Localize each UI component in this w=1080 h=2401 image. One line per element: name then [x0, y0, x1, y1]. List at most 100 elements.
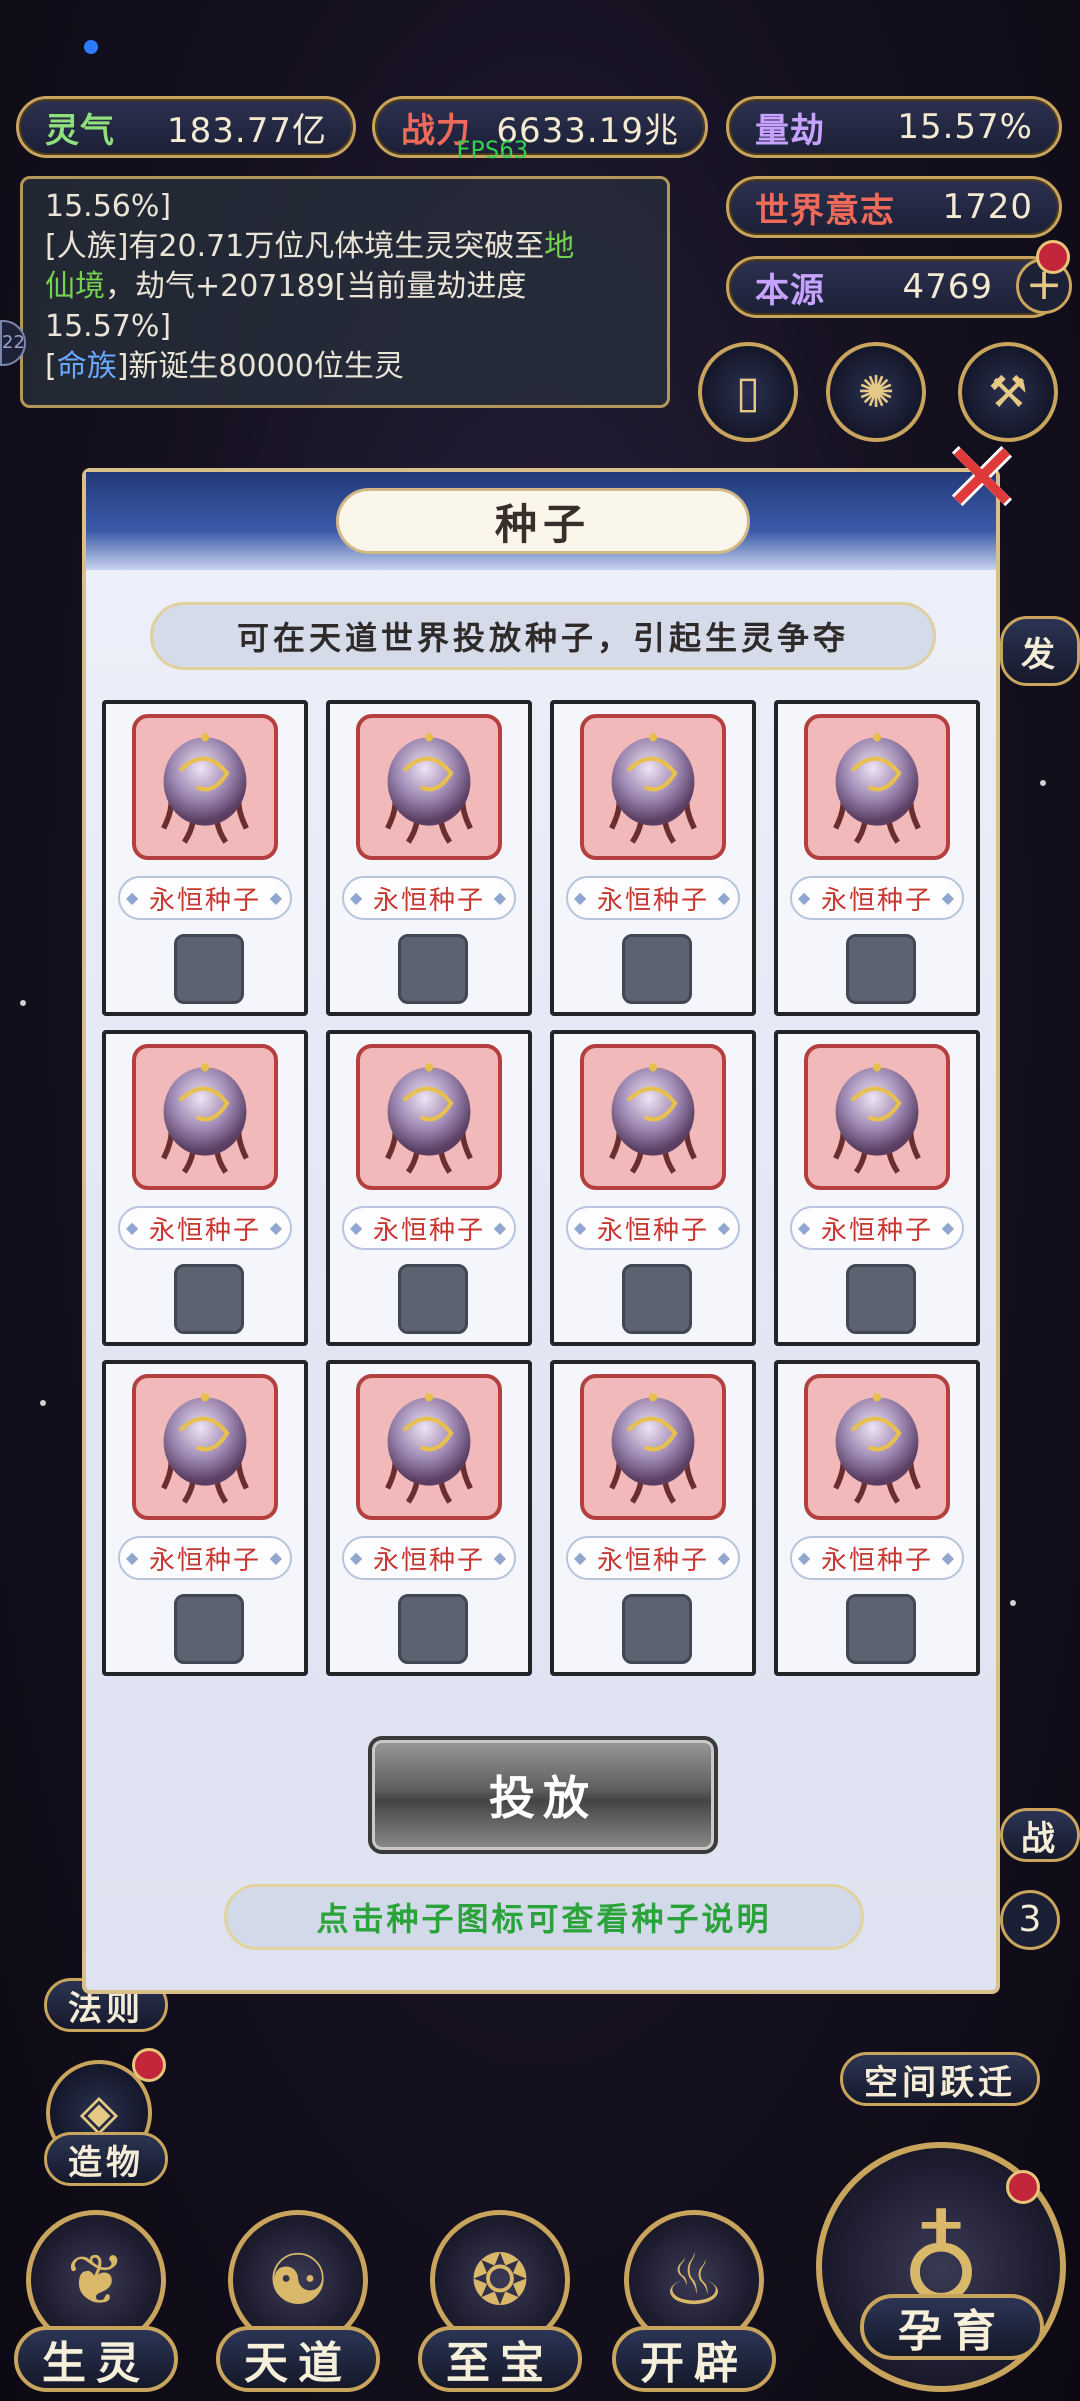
seed-icon[interactable]: [804, 1374, 950, 1520]
seed-icon[interactable]: [356, 714, 502, 860]
seed-name: 永恒种子: [342, 876, 516, 920]
seed-card[interactable]: 永恒种子: [774, 1360, 980, 1676]
seed-select-checkbox[interactable]: [174, 1594, 244, 1664]
seed-select-checkbox[interactable]: [622, 1264, 692, 1334]
side-label-zhan[interactable]: 战: [1000, 1808, 1080, 1862]
seed-name: 永恒种子: [790, 876, 964, 920]
nav-label: 至宝: [418, 2326, 582, 2392]
kongjian-yueqian-button[interactable]: 空间跃迁: [840, 2052, 1040, 2106]
seed-select-checkbox[interactable]: [846, 1264, 916, 1334]
lingqi-stat: 灵气 183.77亿: [16, 96, 356, 158]
seed-card[interactable]: 永恒种子: [550, 1360, 756, 1676]
seed-card[interactable]: 永恒种子: [774, 700, 980, 1016]
seed-name: 永恒种子: [118, 1536, 292, 1580]
seed-icon[interactable]: [580, 1374, 726, 1520]
seed-icon[interactable]: [580, 1044, 726, 1190]
log-line: [人族]有20.71万位凡体境生灵突破至地: [45, 229, 575, 264]
seed-modal: 种子 可在天道世界投放种子，引起生灵争夺 永恒种子永恒种子永恒种子永恒种子永恒种…: [82, 468, 1000, 1994]
seed-card[interactable]: 永恒种子: [102, 700, 308, 1016]
seed-icon[interactable]: [580, 714, 726, 860]
nav-zhibao[interactable]: ❂ 至宝: [412, 2210, 588, 2400]
nav-label: 天道: [216, 2326, 380, 2392]
seed-egg-svg: [833, 1063, 921, 1174]
seed-name: 永恒种子: [566, 1536, 740, 1580]
shijie-value: 1720: [942, 187, 1033, 227]
modal-description: 可在天道世界投放种子，引起生灵争夺: [150, 602, 936, 670]
seed-card[interactable]: 永恒种子: [326, 700, 532, 1016]
notification-badge: [1036, 240, 1070, 274]
nav-shengling[interactable]: ❦ 生灵: [8, 2210, 184, 2400]
notification-badge: [132, 2048, 166, 2082]
seed-card[interactable]: 永恒种子: [550, 700, 756, 1016]
nav-yunyu-label[interactable]: 孕育: [860, 2294, 1044, 2360]
seed-select-checkbox[interactable]: [398, 1264, 468, 1334]
seed-card[interactable]: 永恒种子: [102, 1360, 308, 1676]
log-line: [命族]新诞生80000位生灵: [45, 349, 404, 384]
nav-label: 开辟: [612, 2326, 776, 2392]
liangjie-value: 15.57%: [897, 107, 1033, 147]
log-line: 仙境，劫气+207189[当前量劫进度: [45, 269, 527, 304]
log-line: 15.57%]: [45, 309, 172, 344]
seed-card[interactable]: 永恒种子: [774, 1030, 980, 1346]
nav-tiandao[interactable]: ☯ 天道: [210, 2210, 386, 2400]
seed-select-checkbox[interactable]: [846, 934, 916, 1004]
seed-name: 永恒种子: [118, 876, 292, 920]
seed-icon[interactable]: [804, 1044, 950, 1190]
benyuan-value: 4769: [902, 267, 993, 307]
deploy-button[interactable]: 投放: [368, 1736, 718, 1854]
notification-badge: [1006, 2170, 1040, 2204]
seed-name: 永恒种子: [790, 1536, 964, 1580]
zaowu-button[interactable]: 造物: [44, 2132, 168, 2186]
seed-select-checkbox[interactable]: [622, 934, 692, 1004]
seed-grid: 永恒种子永恒种子永恒种子永恒种子永恒种子永恒种子永恒种子永恒种子永恒种子永恒种子…: [102, 700, 984, 1690]
seed-egg-svg: [833, 733, 921, 844]
count-badge: 3: [1000, 1890, 1060, 1950]
event-log: 15.56%] [人族]有20.71万位凡体境生灵突破至地 仙境，劫气+2071…: [20, 176, 670, 408]
seed-icon[interactable]: [356, 1374, 502, 1520]
star: [1040, 780, 1046, 786]
seed-select-checkbox[interactable]: [622, 1594, 692, 1664]
seed-egg-svg: [385, 1063, 473, 1174]
lingqi-label: 灵气: [45, 110, 115, 151]
star: [40, 1400, 46, 1406]
seed-select-checkbox[interactable]: [846, 1594, 916, 1664]
shijie-label: 世界意志: [755, 190, 895, 231]
seed-name: 永恒种子: [342, 1536, 516, 1580]
seed-card[interactable]: 永恒种子: [550, 1030, 756, 1346]
seed-card[interactable]: 永恒种子: [326, 1360, 532, 1676]
liangjie-stat[interactable]: 量劫 15.57%: [726, 96, 1062, 158]
seed-egg-svg: [609, 733, 697, 844]
seed-icon[interactable]: [804, 714, 950, 860]
seed-select-checkbox[interactable]: [398, 1594, 468, 1664]
seed-icon[interactable]: [132, 714, 278, 860]
seed-card[interactable]: 永恒种子: [326, 1030, 532, 1346]
seed-select-checkbox[interactable]: [174, 934, 244, 1004]
seed-card[interactable]: 永恒种子: [102, 1030, 308, 1346]
star: [1010, 1600, 1016, 1606]
close-x-icon[interactable]: ✕: [936, 430, 1028, 526]
seed-select-checkbox[interactable]: [398, 934, 468, 1004]
benyuan-stat[interactable]: 本源 4769: [726, 256, 1062, 318]
seed-egg-svg: [385, 733, 473, 844]
seed-name: 永恒种子: [790, 1206, 964, 1250]
seed-icon[interactable]: [132, 1044, 278, 1190]
benyuan-label: 本源: [755, 270, 825, 311]
seed-icon[interactable]: [132, 1374, 278, 1520]
fps-counter: FPS63: [456, 136, 529, 164]
seed-egg-svg: [609, 1393, 697, 1504]
side-label-fa[interactable]: 发: [1000, 616, 1080, 686]
shijie-stat[interactable]: 世界意志 1720: [726, 176, 1062, 238]
nav-kaipi[interactable]: ♨ 开辟: [606, 2210, 782, 2400]
seed-select-checkbox[interactable]: [174, 1264, 244, 1334]
seed-egg-svg: [833, 1393, 921, 1504]
seed-icon[interactable]: [356, 1044, 502, 1190]
hint-text: 点击种子图标可查看种子说明: [224, 1884, 864, 1950]
seed-egg-svg: [385, 1393, 473, 1504]
modal-title: 种子: [336, 488, 750, 554]
seed-egg-svg: [609, 1063, 697, 1174]
vortex-icon[interactable]: ✺: [826, 342, 926, 442]
seed-name: 永恒种子: [566, 1206, 740, 1250]
scroll-icon[interactable]: ▯: [698, 342, 798, 442]
seed-name: 永恒种子: [118, 1206, 292, 1250]
zhanli-stat: 战力 6633.19兆: [372, 96, 708, 158]
